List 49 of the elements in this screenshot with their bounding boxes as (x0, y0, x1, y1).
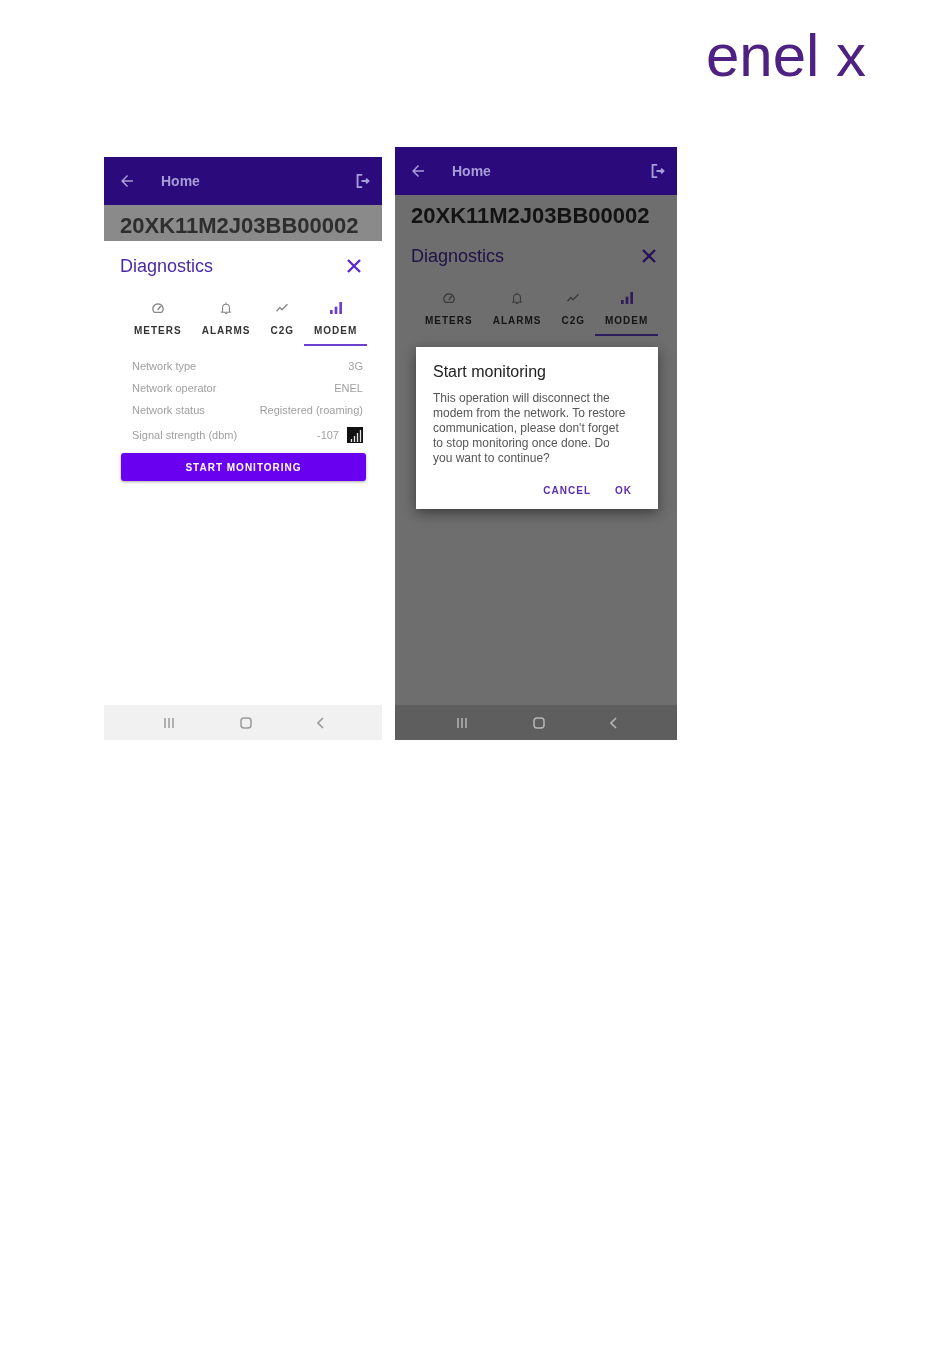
home-icon[interactable] (239, 716, 252, 729)
back-arrow-icon[interactable] (121, 175, 133, 187)
bell-icon (220, 302, 233, 314)
recent-apps-icon[interactable] (455, 716, 468, 729)
trend-line-icon (276, 302, 289, 314)
signal-bars-icon (329, 302, 342, 314)
tab[interactable]: ALARMS (191, 302, 261, 346)
dialog-message: This operation will disconnect the modem from the network. To restore communication, please don't forget to stop monitoring once done. Do you want to continue? (433, 391, 627, 466)
device-id: 20XK11M2J03BB00002 (411, 203, 650, 229)
close-icon[interactable] (347, 259, 361, 273)
row-value: ENEL (334, 382, 363, 394)
row-label: Signal strength (dbm) (132, 429, 238, 441)
brand-logo: enel x (705, 26, 866, 86)
back-arrow-icon[interactable] (412, 165, 424, 177)
tab[interactable]: MODEM (304, 302, 368, 346)
tab[interactable]: MODEM (595, 292, 659, 336)
bell-icon (511, 292, 524, 304)
back-icon[interactable] (316, 716, 324, 729)
row-label: Network operator (132, 382, 217, 394)
tab[interactable]: METERS (415, 292, 483, 336)
panel-title: Diagnostics (120, 255, 214, 277)
trend-line-icon (567, 292, 580, 304)
row-label: Network status (132, 404, 205, 416)
recent-apps-icon[interactable] (162, 716, 175, 729)
device-id: 20XK11M2J03BB00002 (120, 213, 359, 239)
screen-title: Home (452, 163, 491, 179)
tab[interactable]: C2G (260, 302, 304, 346)
dialog-button[interactable]: OK (609, 481, 638, 500)
monitoring-button[interactable]: START MONITORING (121, 453, 366, 481)
logout-icon[interactable] (651, 164, 665, 178)
tab[interactable]: METERS (124, 302, 192, 346)
gauge-icon (442, 292, 455, 304)
row-value: 3G (348, 360, 363, 372)
dialog-button[interactable]: CANCEL (537, 481, 597, 500)
home-icon[interactable] (532, 716, 545, 729)
row-label: Network type (132, 360, 197, 372)
dialog-title: Start monitoring (433, 362, 546, 382)
signal-bars-icon (620, 292, 633, 304)
row-value: -107 (316, 429, 339, 441)
signal-strength-icon (347, 427, 363, 443)
gauge-icon (151, 302, 164, 314)
row-value: Registered (roaming) (259, 404, 363, 416)
panel-title: Diagnostics (411, 245, 505, 267)
close-icon[interactable] (642, 249, 656, 263)
screen-title: Home (161, 173, 200, 189)
logout-icon[interactable] (356, 174, 370, 188)
tab[interactable]: C2G (551, 292, 595, 336)
back-icon[interactable] (609, 716, 617, 729)
tab[interactable]: ALARMS (482, 292, 552, 336)
